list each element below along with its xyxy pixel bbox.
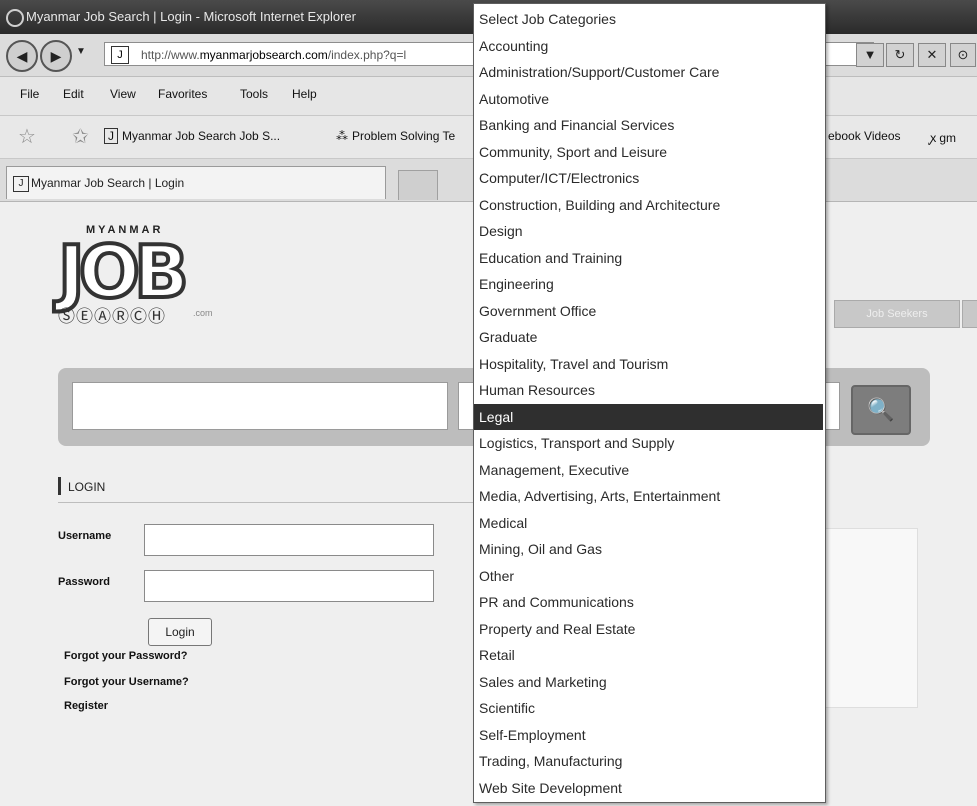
ie-logo-icon bbox=[6, 9, 24, 27]
dropdown-option[interactable]: Sales and Marketing bbox=[474, 669, 823, 695]
search-icon: 🔍 bbox=[867, 397, 895, 422]
refresh-icon[interactable]: ↻ bbox=[886, 43, 914, 67]
favorite-myanmar-job-search[interactable]: J Myanmar Job Search Job S... bbox=[104, 128, 281, 144]
menu-favorites[interactable]: Favorites bbox=[158, 87, 207, 101]
tab-title: Myanmar Job Search | Login bbox=[31, 176, 185, 190]
site-logo[interactable]: MYANMAR JOB ⓈⒺⒶⓇⒸⒽ .com bbox=[56, 224, 238, 334]
tab-myanmar-job-search[interactable]: J Myanmar Job Search | Login bbox=[6, 166, 386, 199]
dropdown-option[interactable]: Medical bbox=[474, 510, 823, 536]
menu-file[interactable]: File bbox=[20, 87, 39, 101]
login-heading: LOGIN bbox=[58, 472, 478, 503]
dropdown-option[interactable]: Media, Advertising, Arts, Entertainment bbox=[474, 483, 823, 509]
stop-icon[interactable]: ✕ bbox=[918, 43, 946, 67]
dropdown-option[interactable]: Self-Employment bbox=[474, 722, 823, 748]
forward-icon[interactable]: ▶ bbox=[40, 40, 72, 72]
address-suffix: /index.php?q=l bbox=[327, 48, 407, 62]
forgot-username-link[interactable]: Forgot your Username? bbox=[64, 676, 189, 688]
register-link[interactable]: Register bbox=[64, 700, 108, 712]
favorite-label: Myanmar Job Search Job S... bbox=[122, 129, 281, 143]
menu-tools[interactable]: Tools bbox=[240, 87, 268, 101]
dropdown-option[interactable]: PR and Communications bbox=[474, 589, 823, 615]
password-field[interactable] bbox=[144, 570, 434, 602]
username-label: Username bbox=[58, 530, 112, 542]
forgot-password-link[interactable]: Forgot your Password? bbox=[64, 650, 187, 662]
search-button[interactable]: 🔍 bbox=[851, 385, 911, 435]
job-seekers-button[interactable]: Job Seekers bbox=[834, 300, 960, 328]
dropdown-option[interactable]: Other bbox=[474, 563, 823, 589]
search-provider-icon[interactable]: ⊙ bbox=[950, 43, 976, 67]
window-title: Myanmar Job Search | Login - Microsoft I… bbox=[26, 9, 356, 24]
dropdown-option[interactable]: Hospitality, Travel and Tourism bbox=[474, 351, 823, 377]
favorite-gm[interactable]: ꭙ gm bbox=[930, 129, 956, 146]
login-button[interactable]: Login bbox=[148, 618, 212, 646]
address-prefix: http://www. bbox=[141, 48, 200, 62]
address-domain: myanmarjobsearch.com bbox=[199, 48, 328, 62]
menu-view[interactable]: View bbox=[110, 87, 136, 101]
side-panel bbox=[820, 528, 918, 708]
dropdown-option[interactable]: Construction, Building and Architecture bbox=[474, 192, 823, 218]
dropdown-option[interactable]: Retail bbox=[474, 642, 823, 668]
logo-suffix: .com bbox=[193, 308, 213, 318]
dropdown-option[interactable]: Community, Sport and Leisure bbox=[474, 139, 823, 165]
keyword-search-input[interactable] bbox=[72, 382, 448, 430]
slice-icon: ⁂ bbox=[336, 129, 348, 143]
dropdown-option[interactable]: Web Site Development bbox=[474, 775, 823, 801]
logo-search-text: ⓈⒺⒶⓇⒸⒽ bbox=[58, 307, 166, 326]
favorite-label: Problem Solving Te bbox=[352, 129, 456, 143]
dropdown-option[interactable]: Management, Executive bbox=[474, 457, 823, 483]
dropdown-option[interactable]: Engineering bbox=[474, 271, 823, 297]
dropdown-option[interactable]: Logistics, Transport and Supply bbox=[474, 430, 823, 456]
dropdown-option[interactable]: Trading, Manufacturing bbox=[474, 748, 823, 774]
dropdown-option[interactable]: Automotive bbox=[474, 86, 823, 112]
add-favorite-icon[interactable]: ✩ bbox=[72, 124, 89, 149]
dropdown-option[interactable]: Accounting bbox=[474, 33, 823, 59]
page-icon: J bbox=[13, 176, 29, 192]
menu-edit[interactable]: Edit bbox=[63, 87, 84, 101]
login-heading-text: LOGIN bbox=[68, 480, 106, 494]
heading-bar bbox=[58, 477, 61, 495]
page-icon: J bbox=[111, 46, 129, 64]
dropdown-option[interactable]: Banking and Financial Services bbox=[474, 112, 823, 138]
favorite-label: gm bbox=[939, 131, 957, 145]
favorites-star-icon[interactable]: ☆ bbox=[18, 124, 36, 149]
dropdown-option[interactable]: Government Office bbox=[474, 298, 823, 324]
dropdown-option[interactable]: Computer/ICT/Electronics bbox=[474, 165, 823, 191]
favorite-problem-solving[interactable]: ⁂ Problem Solving Te bbox=[336, 129, 455, 143]
dropdown-option[interactable]: Human Resources bbox=[474, 377, 823, 403]
dropdown-option[interactable]: Select Job Categories bbox=[474, 6, 823, 32]
password-label: Password bbox=[58, 576, 110, 588]
dropdown-option[interactable]: Mining, Oil and Gas bbox=[474, 536, 823, 562]
dropdown-option[interactable]: Administration/Support/Customer Care bbox=[474, 59, 823, 85]
dropdown-option[interactable]: Legal bbox=[474, 403, 823, 430]
job-category-dropdown[interactable]: Select Job Categories Accounting Administr… bbox=[473, 3, 826, 803]
back-icon[interactable]: ◀ bbox=[6, 40, 38, 72]
username-field[interactable] bbox=[144, 524, 434, 556]
address-dropdown-icon[interactable]: ▼ bbox=[856, 43, 884, 67]
dropdown-option[interactable]: Graduate bbox=[474, 324, 823, 350]
dropdown-option[interactable]: Education and Training bbox=[474, 245, 823, 271]
nav-button-partial[interactable] bbox=[962, 300, 977, 328]
menu-help[interactable]: Help bbox=[292, 87, 317, 101]
history-dropdown-icon[interactable]: ▼ bbox=[76, 46, 86, 57]
dropdown-option[interactable]: Scientific bbox=[474, 695, 823, 721]
new-tab-button[interactable] bbox=[398, 170, 438, 200]
page-icon: J bbox=[104, 128, 118, 144]
dropdown-option[interactable]: Design bbox=[474, 218, 823, 244]
favorite-ebook-videos[interactable]: ebook Videos bbox=[828, 129, 901, 143]
favorite-site-icon: ꭙ bbox=[930, 131, 937, 145]
dropdown-option[interactable]: Property and Real Estate bbox=[474, 616, 823, 642]
